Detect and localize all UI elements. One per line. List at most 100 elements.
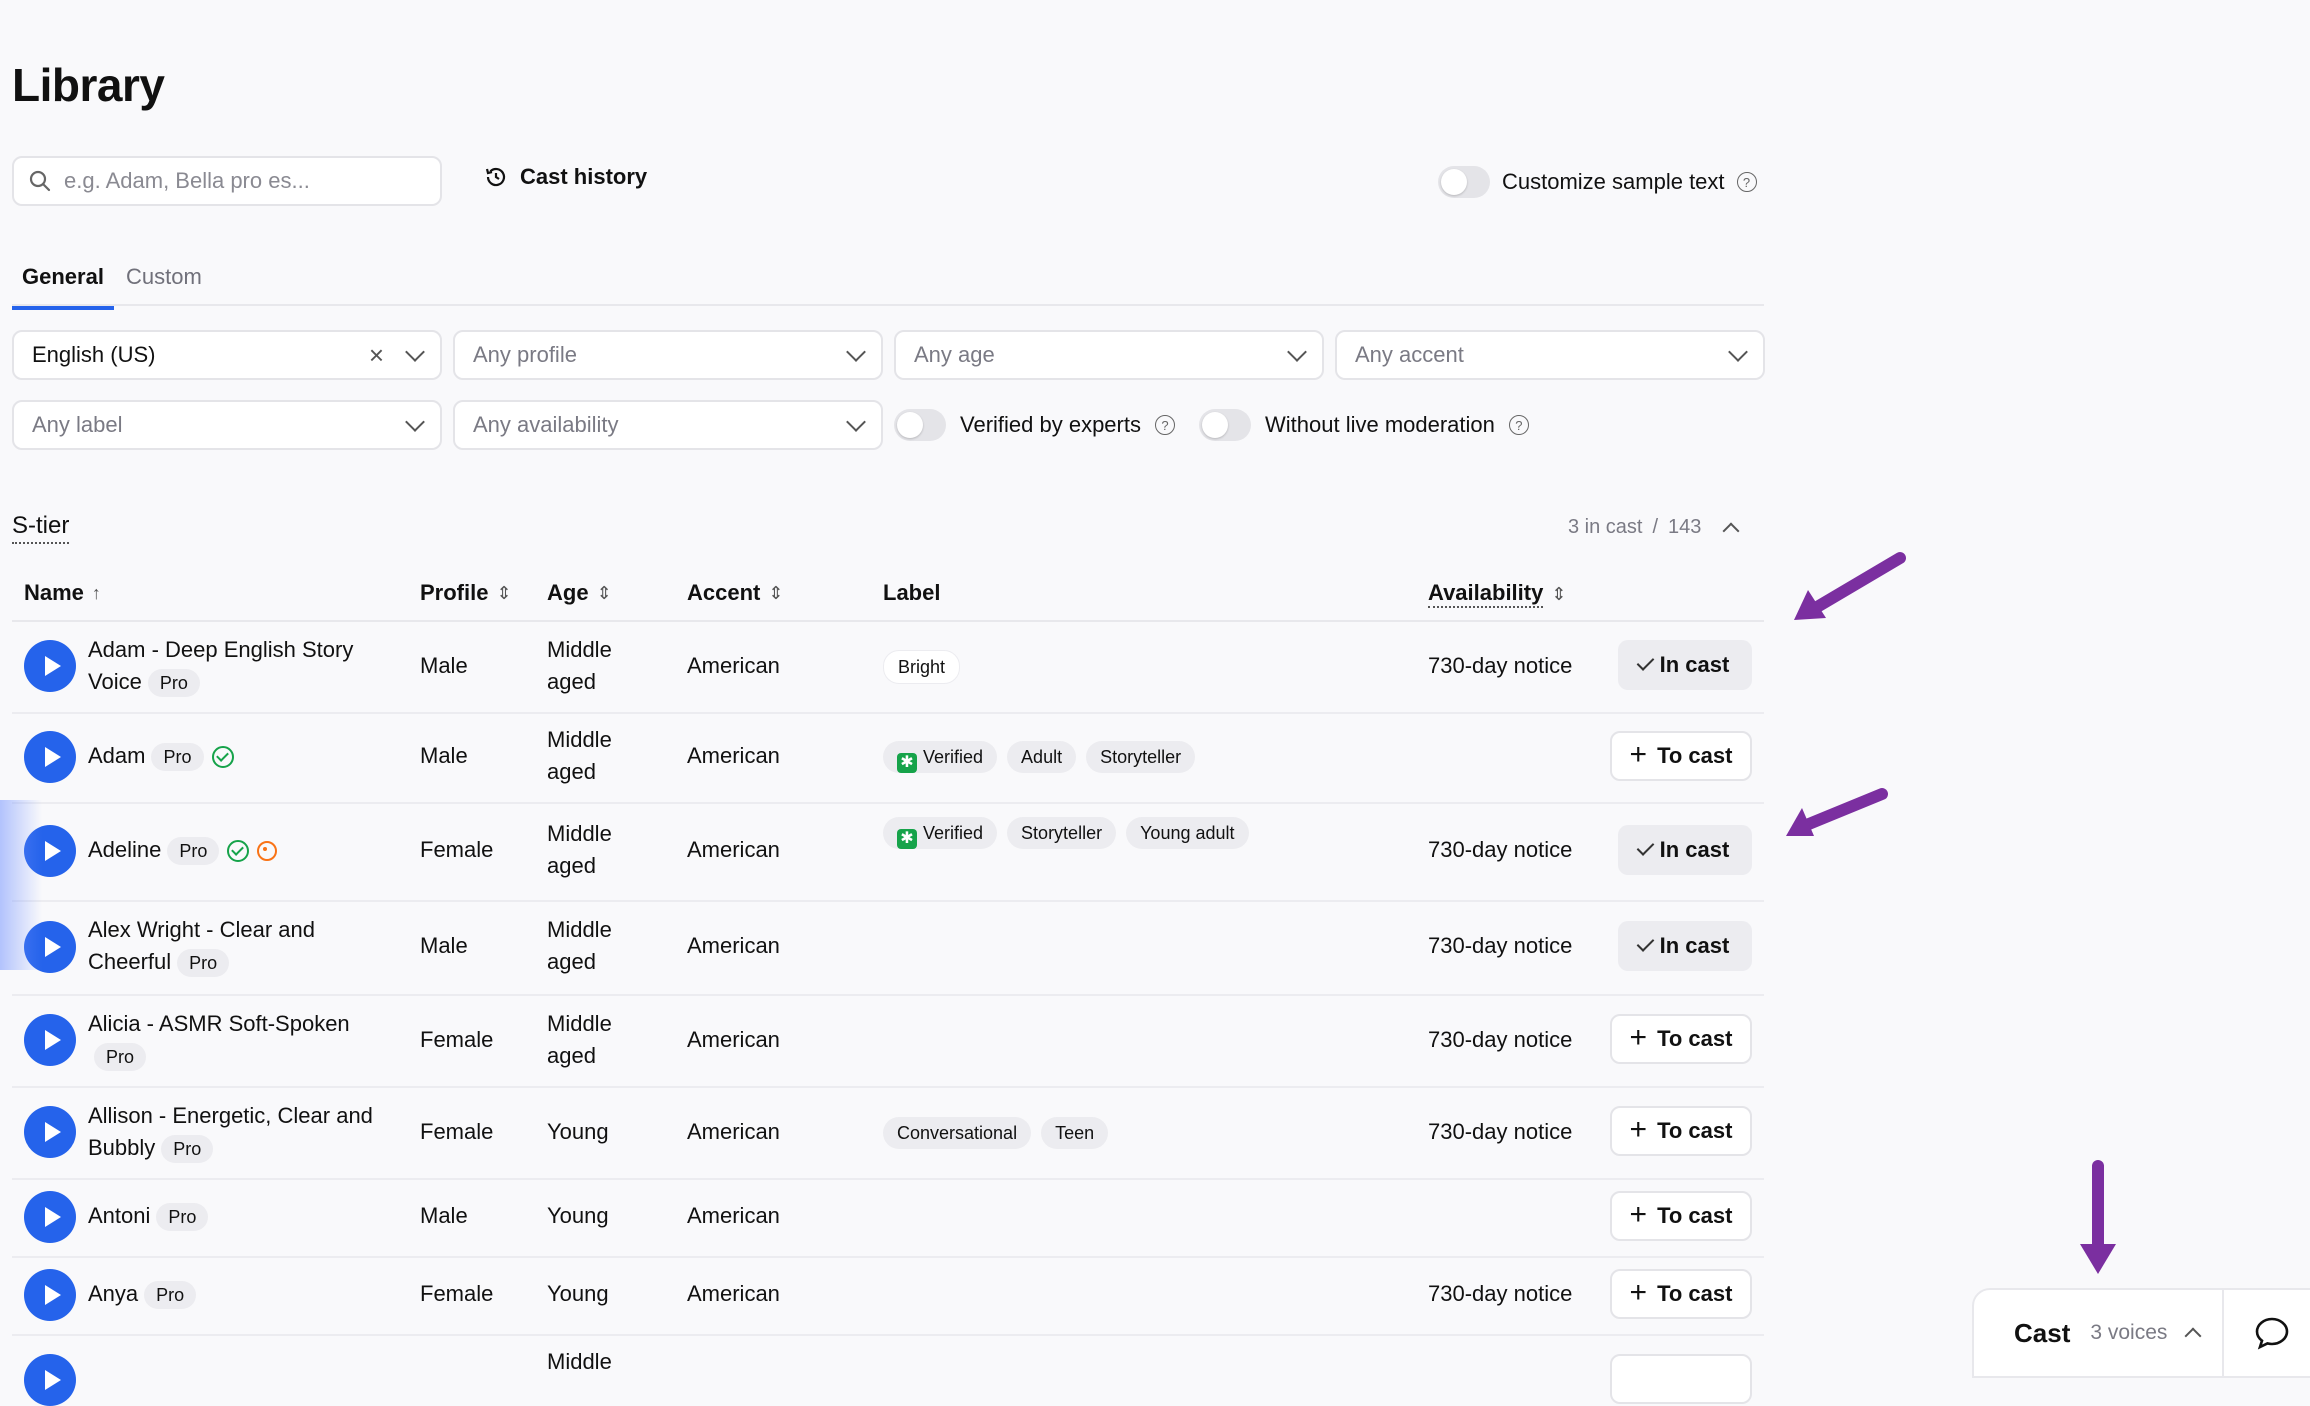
availability-cell: 730-day notice [1428, 653, 1573, 678]
live-icon [257, 841, 278, 862]
accent-select[interactable]: Any accent [1335, 330, 1765, 380]
verified-icon: ✱ [897, 753, 917, 773]
to-cast-button[interactable]: + To cast [1610, 1269, 1752, 1319]
moderation-label: Without live moderation [1265, 412, 1495, 437]
tab-general[interactable]: General [12, 264, 114, 310]
age-cell: Middle aged [547, 821, 612, 878]
chat-button[interactable] [2222, 1288, 2310, 1378]
availability-cell: 730-day notice [1428, 933, 1573, 958]
search-box[interactable] [12, 156, 442, 206]
table-row[interactable]: Middle [12, 1334, 1764, 1406]
profile-cell: Female [420, 1027, 494, 1052]
age-select[interactable]: Any age [894, 330, 1324, 380]
in-cast-button[interactable]: In cast [1618, 825, 1752, 875]
pro-badge: Pro [156, 1203, 209, 1231]
accent-cell: American [687, 1281, 780, 1306]
in-cast-button[interactable]: In cast [1618, 921, 1752, 971]
language-select[interactable]: English (US) × [12, 330, 442, 380]
accent-cell: American [687, 743, 780, 768]
help-icon[interactable]: ? [1154, 415, 1175, 435]
tab-custom[interactable]: Custom [116, 264, 212, 306]
moderation-toggle[interactable]: Without live moderation ? [1199, 409, 1529, 441]
availability-cell: 730-day notice [1428, 1281, 1573, 1306]
action-label: To cast [1657, 743, 1733, 768]
col-availability[interactable]: Availability ⇕ [1428, 580, 1566, 608]
profile-select[interactable]: Any profile [453, 330, 883, 380]
toggle-switch[interactable] [894, 409, 946, 441]
verified-toggle[interactable]: Verified by experts ? [894, 409, 1175, 441]
label-text: Verified [923, 747, 984, 767]
col-accent[interactable]: Accent ⇕ [687, 580, 783, 606]
close-icon[interactable]: × [369, 342, 384, 368]
verified-icon [227, 840, 250, 863]
play-icon[interactable] [24, 731, 76, 783]
toggle-switch[interactable] [1438, 166, 1490, 198]
play-icon[interactable] [24, 1106, 76, 1158]
voice-name: Adam - Deep English Story Voice [88, 637, 354, 694]
table-row[interactable]: Allison - Energetic, Clear and Bubbly Pro… [12, 1086, 1764, 1180]
table-row[interactable]: Adeline Pro Female Middle aged American ✱… [12, 802, 1764, 902]
pro-badge: Pro [151, 743, 204, 771]
table-row[interactable]: Alex Wright - Clear and Cheerful Pro Male… [12, 900, 1764, 996]
table-row[interactable]: Anya Pro Female Young American 730-day no… [12, 1256, 1764, 1336]
annotation-arrow-icon [1794, 552, 1906, 620]
accent-cell: American [687, 933, 780, 958]
label-cell: Bright [883, 650, 970, 684]
chevron-up-icon[interactable] [2184, 1327, 2202, 1345]
cast-panel-count: 3 voices [2090, 1321, 2168, 1344]
availability-cell: 730-day notice [1428, 1119, 1573, 1144]
pro-badge: Pro [94, 1043, 147, 1071]
sort-up-icon: ↑ [91, 582, 101, 603]
section-count[interactable]: 3 in cast / 143 [1568, 516, 1740, 539]
to-cast-button[interactable] [1610, 1354, 1752, 1404]
availability-select[interactable]: Any availability [453, 400, 883, 450]
cast-history-button[interactable]: Cast history [484, 164, 647, 190]
to-cast-button[interactable]: + To cast [1610, 1014, 1752, 1064]
toggle-switch[interactable] [1199, 409, 1251, 441]
play-icon[interactable] [24, 1191, 76, 1243]
profile-cell: Male [420, 743, 468, 768]
col-age[interactable]: Age ⇕ [547, 580, 612, 606]
to-cast-button[interactable]: + To cast [1610, 731, 1752, 781]
accent-cell: American [687, 837, 780, 862]
chevron-up-icon[interactable] [1722, 522, 1740, 539]
cast-panel[interactable]: Cast 3 voices [1972, 1288, 2224, 1378]
language-value: English (US) [32, 342, 156, 367]
page-title: Library [12, 59, 165, 111]
sort-icon: ⇕ [496, 582, 512, 603]
to-cast-button[interactable]: + To cast [1610, 1106, 1752, 1156]
action-label: To cast [1657, 1281, 1733, 1306]
action-label: In cast [1659, 837, 1730, 862]
col-profile[interactable]: Profile ⇕ [420, 580, 512, 606]
table-row[interactable]: Adam Pro Male Middle aged American ✱ Verif… [12, 712, 1764, 804]
search-input[interactable] [62, 167, 426, 195]
chevron-down-icon [846, 342, 866, 362]
plus-icon: + [1629, 1112, 1648, 1146]
profile-cell: Female [420, 1281, 494, 1306]
in-cast-button[interactable]: In cast [1618, 640, 1752, 690]
play-icon[interactable] [24, 640, 76, 692]
play-icon[interactable] [24, 1354, 76, 1406]
sort-icon: ⇕ [768, 582, 784, 603]
sort-icon: ⇕ [1551, 583, 1567, 604]
play-icon[interactable] [24, 1269, 76, 1321]
col-name[interactable]: Name ↑ [24, 580, 101, 606]
to-cast-button[interactable]: + To cast [1610, 1191, 1752, 1241]
customize-sample-toggle[interactable]: Customize sample text ? [1438, 166, 1757, 198]
table-row[interactable]: Alicia - ASMR Soft-Spoken Pro Female Midd… [12, 994, 1764, 1088]
label-select[interactable]: Any label [12, 400, 442, 450]
profile-cell: Male [420, 653, 468, 678]
voice-name: Adeline [88, 837, 162, 862]
section-title[interactable]: S-tier [12, 512, 70, 544]
table-row[interactable]: Adam - Deep English Story Voice Pro Male … [12, 620, 1764, 714]
verified-tag: ✱ Verified [883, 741, 998, 773]
label-tag: Conversational [883, 1117, 1032, 1149]
help-icon[interactable]: ? [1508, 415, 1529, 435]
table-row[interactable]: Antoni Pro Male Young American + To cast [12, 1178, 1764, 1258]
plus-icon: + [1629, 737, 1648, 771]
col-profile-label: Profile [420, 580, 489, 605]
help-icon[interactable]: ? [1736, 172, 1757, 192]
play-icon[interactable] [24, 1014, 76, 1066]
tab-bar: General Custom [12, 254, 1764, 310]
voice-name: Antoni [88, 1203, 151, 1228]
